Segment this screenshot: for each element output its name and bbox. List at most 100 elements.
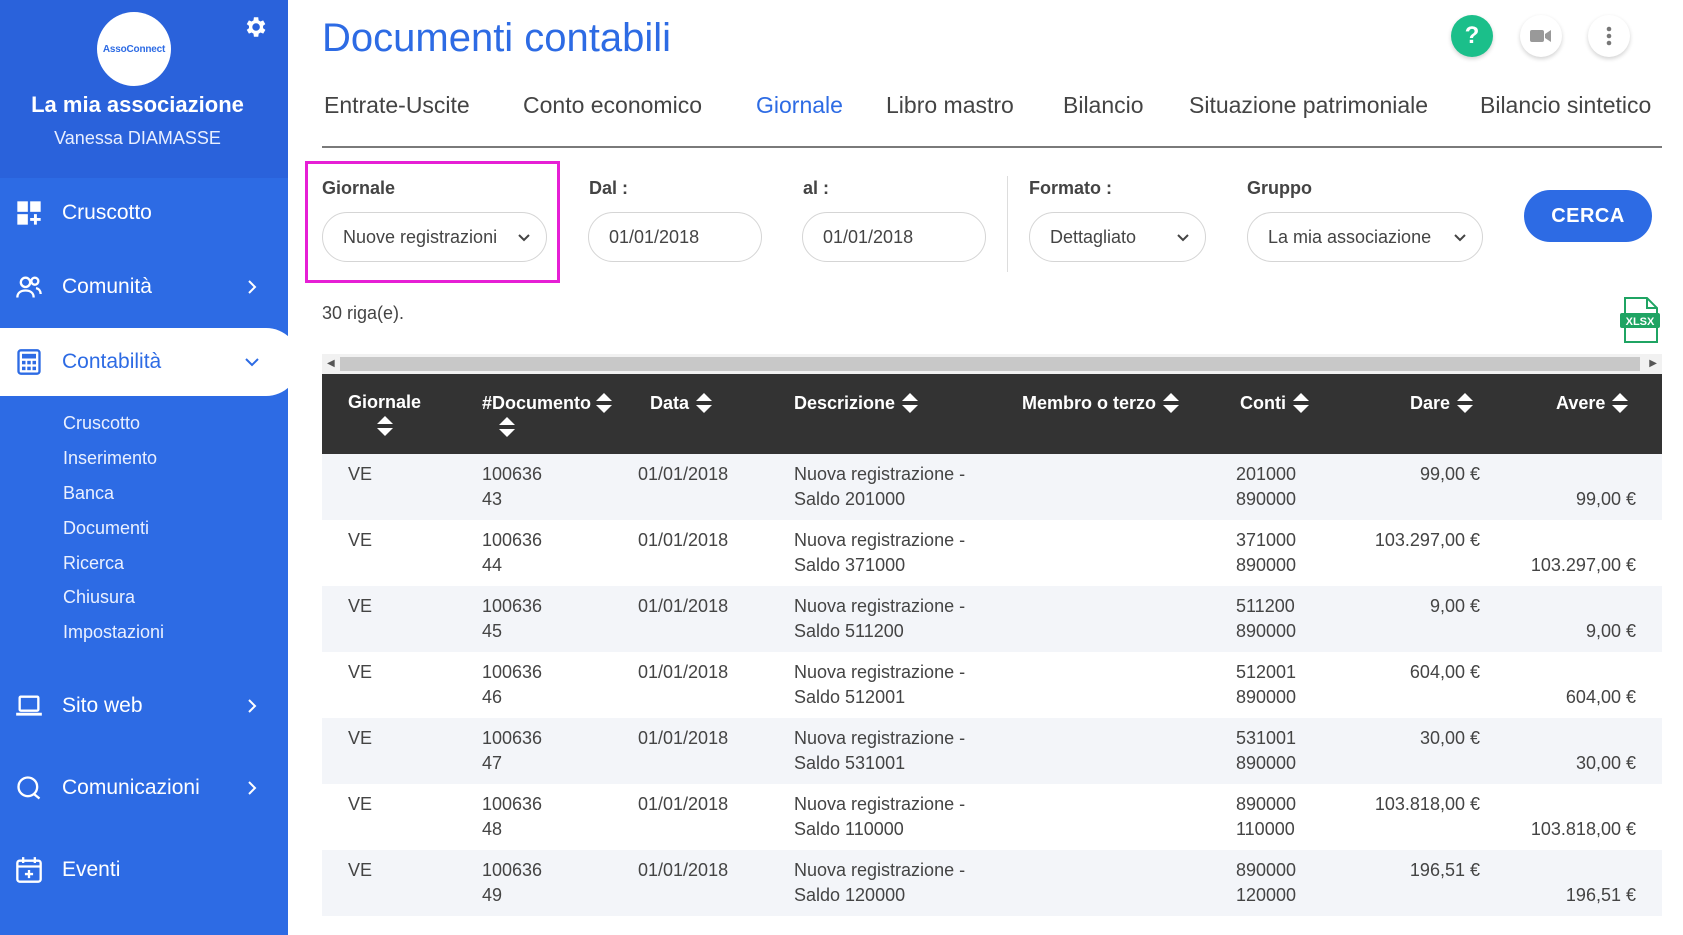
- more-options-button[interactable]: [1588, 15, 1630, 57]
- sidebar-subitem-documenti[interactable]: Documenti: [63, 518, 149, 539]
- col-header-giornale[interactable]: Giornale: [348, 392, 421, 437]
- al-date-input[interactable]: 01/01/2018: [802, 212, 986, 262]
- cell-documento-line1: 100636: [482, 728, 543, 748]
- cell-conti-line2: 890000: [1236, 753, 1297, 773]
- col-header-avere[interactable]: Avere: [1556, 392, 1629, 414]
- dal-date-input[interactable]: 01/01/2018: [588, 212, 762, 262]
- gear-icon[interactable]: [242, 14, 268, 40]
- table-row[interactable]: VE 100636 44 01/01/2018 Nuova registrazione …: [322, 520, 1662, 586]
- org-logo[interactable]: AssoConnect: [97, 12, 171, 86]
- al-date-value: 01/01/2018: [823, 226, 914, 247]
- help-button[interactable]: ?: [1451, 15, 1493, 57]
- scroll-left-arrow-icon[interactable]: ◀: [327, 358, 335, 369]
- cell-conti-line2: 890000: [1236, 555, 1297, 575]
- col-header-dare[interactable]: Dare: [1410, 392, 1474, 414]
- cell-giornale: VE: [348, 464, 373, 484]
- cell-data: 01/01/2018: [638, 728, 729, 748]
- cell-descrizione: Nuova registrazione - Saldo 371000: [794, 528, 965, 578]
- col-header-data[interactable]: Data: [650, 392, 713, 414]
- sidebar-item-comunita[interactable]: Comunità: [0, 253, 288, 321]
- sidebar-subitem-ricerca[interactable]: Ricerca: [63, 553, 124, 574]
- cell-data: 01/01/2018: [638, 860, 729, 880]
- col-header-conti[interactable]: Conti: [1240, 392, 1310, 414]
- table-horizontal-scrollbar[interactable]: ◀ ▶: [322, 354, 1662, 374]
- sort-icon: [499, 417, 515, 437]
- cell-descrizione-line2: Saldo 120000: [794, 885, 906, 905]
- sidebar-item-cruscotto[interactable]: Cruscotto: [0, 179, 288, 247]
- sidebar-item-sito-web[interactable]: Sito web: [0, 672, 288, 740]
- sidebar-item-contabilita[interactable]: Contabilità: [0, 328, 300, 396]
- tab-conto-economico[interactable]: Conto economico: [523, 92, 702, 119]
- dal-label: Dal :: [589, 178, 629, 198]
- table-row[interactable]: VE 100636 49 01/01/2018 Nuova registrazione …: [322, 850, 1662, 916]
- cell-conti-line1: 890000: [1236, 794, 1297, 814]
- sidebar-subitem-inserimento[interactable]: Inserimento: [63, 448, 157, 469]
- chevron-down-icon: [245, 358, 259, 367]
- column-label: Descrizione: [794, 392, 896, 413]
- sort-icon: [1457, 393, 1474, 413]
- tab-entrate-uscite[interactable]: Entrate-Uscite: [324, 92, 470, 119]
- cell-documento: 100636 49: [482, 858, 542, 908]
- chat-icon: [17, 776, 41, 800]
- scrollbar-thumb[interactable]: [340, 357, 1640, 371]
- chevron-down-icon: [1454, 234, 1466, 242]
- cell-dare: 99,00 €: [1419, 464, 1480, 484]
- sort-icon: [1292, 393, 1309, 413]
- col-header-membro[interactable]: Membro o terzo: [1022, 392, 1180, 414]
- tab-bilancio[interactable]: Bilancio: [1063, 92, 1144, 119]
- sidebar-subitem-cruscotto[interactable]: Cruscotto: [63, 413, 140, 434]
- sidebar-item-comunicazioni[interactable]: Comunicazioni: [0, 754, 288, 822]
- tab-libro-mastro[interactable]: Libro mastro: [886, 92, 1014, 119]
- chevron-down-icon: [1177, 234, 1189, 242]
- sidebar-item-eventi[interactable]: Eventi: [0, 836, 288, 904]
- table-row[interactable]: VE 100636 43 01/01/2018 Nuova registrazione …: [322, 454, 1662, 520]
- calendar-icon: [16, 857, 42, 883]
- cell-conti: 201000 890000: [1236, 462, 1296, 512]
- table-row[interactable]: VE 100636 47 01/01/2018 Nuova registrazione …: [322, 718, 1662, 784]
- cell-giornale: VE: [348, 596, 373, 616]
- gruppo-select[interactable]: La mia associazione: [1247, 212, 1483, 262]
- sidebar-subitem-chiusura[interactable]: Chiusura: [63, 587, 135, 608]
- table-row[interactable]: VE 100636 46 01/01/2018 Nuova registrazione …: [322, 652, 1662, 718]
- cell-descrizione: Nuova registrazione - Saldo 511200: [794, 594, 965, 644]
- gruppo-label: Gruppo: [1247, 178, 1312, 198]
- row-count: 30 riga(e).: [322, 303, 405, 323]
- search-button[interactable]: CERCA: [1524, 190, 1652, 242]
- tab-giornale[interactable]: Giornale: [756, 92, 843, 119]
- cell-documento: 100636 46: [482, 660, 542, 710]
- sidebar-item-label: Contabilità: [62, 350, 162, 373]
- cell-documento-line1: 100636: [482, 662, 543, 682]
- cell-conti-line1: 512001: [1236, 662, 1297, 682]
- sidebar-subitem-banca[interactable]: Banca: [63, 483, 114, 504]
- cell-avere: 103.818,00 €: [1530, 819, 1636, 839]
- video-button[interactable]: [1520, 15, 1562, 57]
- formato-select[interactable]: Dettagliato: [1029, 212, 1206, 262]
- table-row[interactable]: VE 100636 48 01/01/2018 Nuova registrazione …: [322, 784, 1662, 850]
- sort-icon: [596, 393, 613, 413]
- table-row[interactable]: VE 100636 45 01/01/2018 Nuova registrazione …: [322, 586, 1662, 652]
- cell-conti-line1: 511200: [1236, 596, 1295, 616]
- cell-data: 01/01/2018: [638, 464, 729, 484]
- chevron-down-icon: [518, 234, 530, 242]
- cell-conti-line2: 890000: [1236, 621, 1297, 641]
- col-header-descrizione[interactable]: Descrizione: [794, 392, 919, 414]
- giornale-select[interactable]: Nuove registrazioni: [322, 212, 547, 262]
- col-header-documento[interactable]: #Documento: [482, 392, 613, 438]
- cell-giornale: VE: [348, 662, 373, 682]
- cell-documento-line1: 100636: [482, 794, 543, 814]
- column-label: Avere: [1556, 392, 1606, 413]
- cell-avere: 9,00 €: [1585, 621, 1636, 641]
- sidebar-item-label: Eventi: [62, 858, 121, 881]
- sidebar-subitem-impostazioni[interactable]: Impostazioni: [63, 622, 164, 643]
- cell-descrizione-line1: Nuova registrazione -: [794, 860, 966, 880]
- cell-descrizione-line1: Nuova registrazione -: [794, 464, 966, 484]
- cell-data: 01/01/2018: [638, 662, 729, 682]
- cell-descrizione-line2: Saldo 531001: [794, 753, 906, 773]
- formato-select-value: Dettagliato: [1050, 226, 1137, 247]
- tab-bilancio-sintetico[interactable]: Bilancio sintetico: [1480, 92, 1651, 119]
- scroll-right-arrow-icon[interactable]: ▶: [1649, 358, 1657, 369]
- sort-icon: [696, 393, 713, 413]
- tab-situazione-patrimoniale[interactable]: Situazione patrimoniale: [1189, 92, 1428, 119]
- xlsx-export-icon[interactable]: XLSX: [1619, 296, 1661, 344]
- users-icon: [16, 276, 42, 298]
